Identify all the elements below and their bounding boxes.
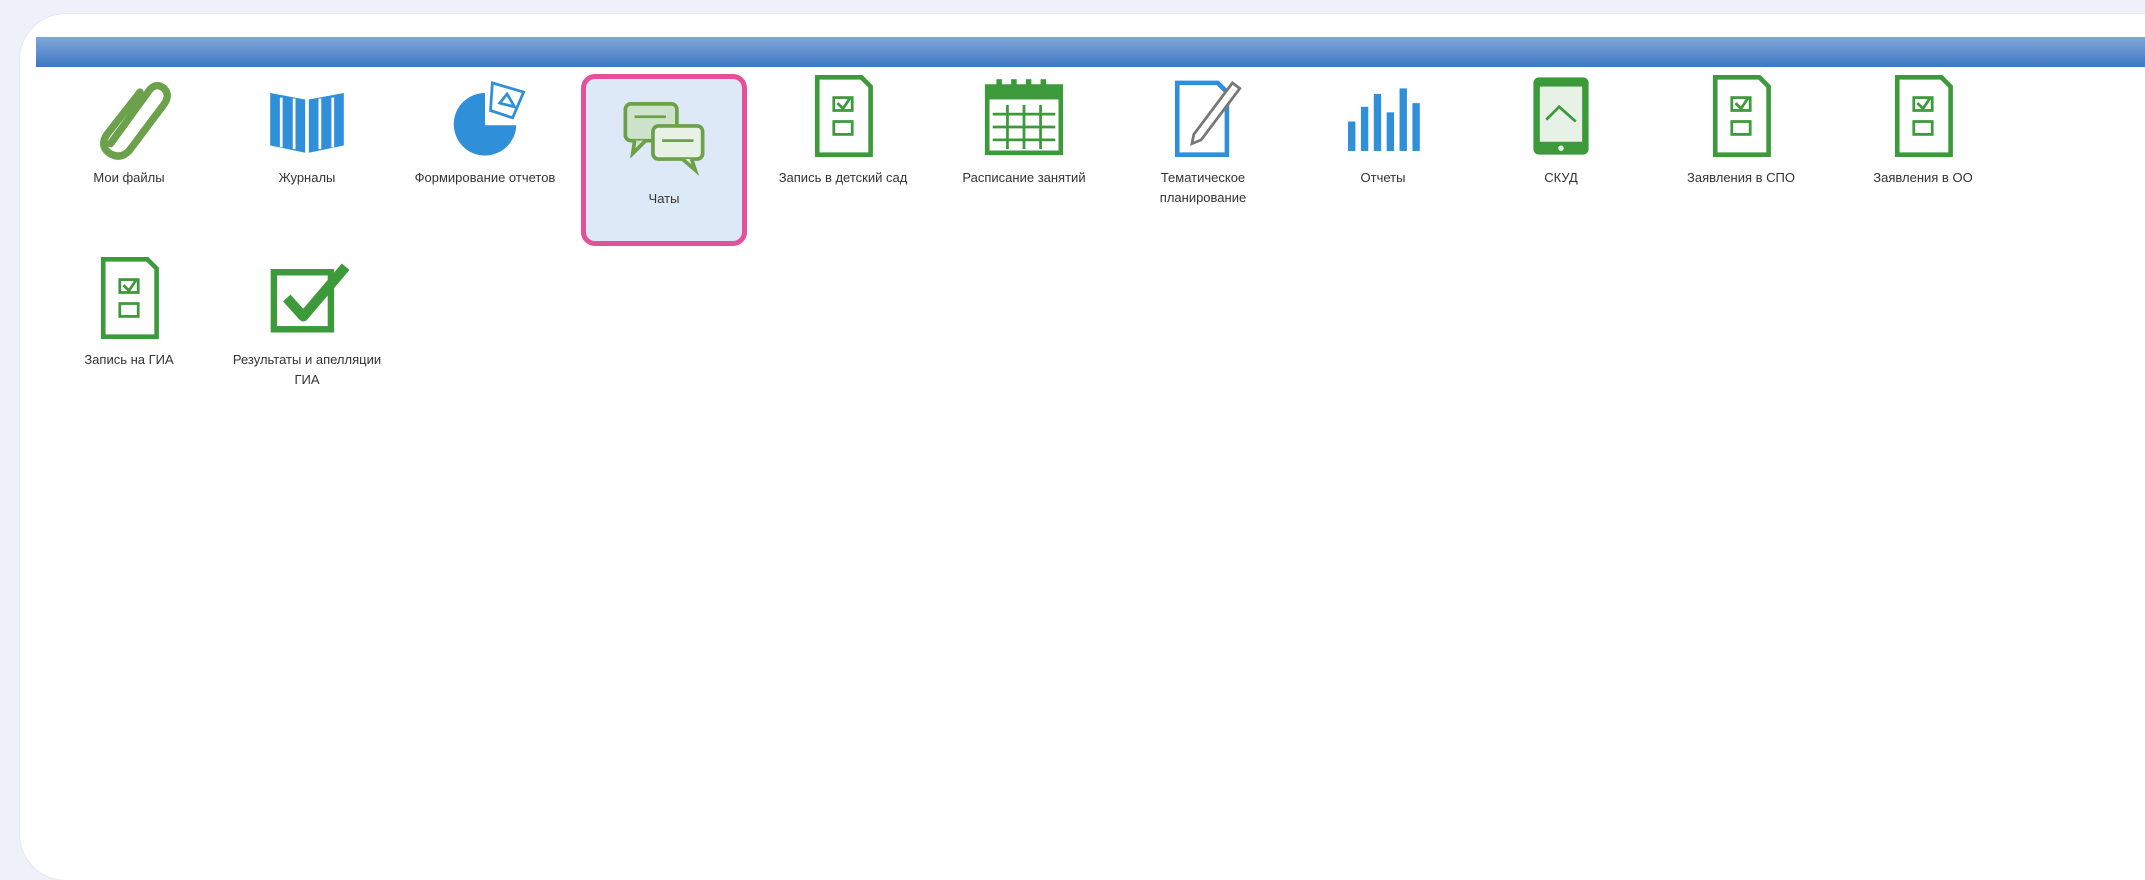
tile-label: Журналы bbox=[278, 170, 336, 185]
book-icon bbox=[259, 68, 355, 164]
tile-reports-generation[interactable]: Формирование отчетов bbox=[402, 58, 568, 218]
tile-label: Формирование отчетов bbox=[414, 170, 556, 185]
tile-chats[interactable]: Чаты bbox=[581, 74, 747, 246]
tile-label: Мои файлы bbox=[93, 170, 165, 185]
tile-label: Отчеты bbox=[1360, 170, 1406, 185]
tablet-icon bbox=[1513, 68, 1609, 164]
form-document-icon bbox=[1875, 68, 1971, 164]
tile-skud[interactable]: СКУД bbox=[1478, 58, 1644, 218]
tile-label: Расписание занятий bbox=[962, 170, 1086, 185]
tile-journals[interactable]: Журналы bbox=[224, 58, 390, 218]
tile-label: Заявления в СПО bbox=[1687, 170, 1795, 185]
checkmark-box-icon bbox=[259, 250, 355, 346]
tile-my-files[interactable]: Мои файлы bbox=[46, 58, 212, 218]
tile-thematic-planning[interactable]: Тематическое планирование bbox=[1120, 58, 1286, 218]
form-document-icon bbox=[1693, 68, 1789, 164]
tile-gia-registration[interactable]: Запись на ГИА bbox=[46, 240, 212, 400]
tile-label: СКУД bbox=[1544, 170, 1578, 185]
tile-applications-oo[interactable]: Заявления в ОО bbox=[1840, 58, 2006, 218]
paperclip-icon bbox=[81, 68, 177, 164]
chat-icon bbox=[616, 89, 712, 185]
tile-label: Запись в детский сад bbox=[778, 170, 908, 185]
tile-reports[interactable]: Отчеты bbox=[1300, 58, 1466, 218]
tile-label: Заявления в ОО bbox=[1873, 170, 1973, 185]
form-document-icon bbox=[81, 250, 177, 346]
tile-label: Чаты bbox=[648, 191, 680, 206]
tile-schedule[interactable]: Расписание занятий bbox=[941, 58, 1107, 218]
tile-kindergarten-enrollment[interactable]: Запись в детский сад bbox=[760, 58, 926, 218]
form-document-icon bbox=[795, 68, 891, 164]
tile-label: Запись на ГИА bbox=[84, 352, 174, 367]
bar-chart-icon bbox=[1335, 68, 1431, 164]
pie-chart-icon bbox=[437, 68, 533, 164]
document-pen-icon bbox=[1155, 68, 1251, 164]
calendar-icon bbox=[976, 68, 1072, 164]
tile-applications-spo[interactable]: Заявления в СПО bbox=[1658, 58, 1824, 218]
tile-label: Результаты и апелляции ГИА bbox=[232, 352, 382, 387]
tile-gia-results[interactable]: Результаты и апелляции ГИА bbox=[224, 240, 390, 400]
tile-label: Тематическое планирование bbox=[1159, 170, 1247, 205]
